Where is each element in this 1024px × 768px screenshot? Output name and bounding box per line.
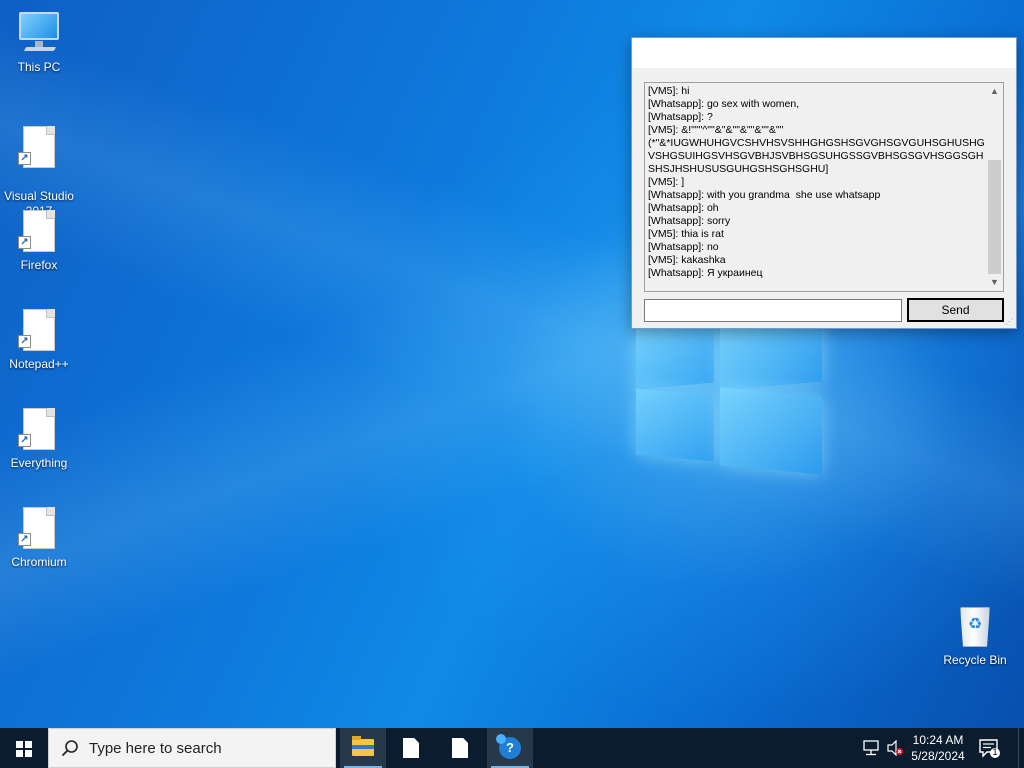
chat-message: [VM5]: ]	[648, 176, 685, 188]
desktop-icon-label: Firefox	[20, 258, 58, 272]
chat-message: [VM5]: &!"""^""&"&""&""&""&""	[648, 124, 784, 136]
taskbar-search-box[interactable]: Type here to search	[48, 728, 336, 768]
clock-date: 5/28/2024	[911, 749, 965, 763]
desktop-icon-this-pc[interactable]: This PC	[1, 10, 77, 75]
send-button[interactable]: Send	[907, 298, 1004, 322]
chat-message: [Whatsapp]: Я украинец	[648, 267, 763, 279]
desktop-icon-label: Chromium	[11, 555, 67, 569]
clock-time: 10:24 AM	[912, 733, 964, 747]
desktop-icon-notepadpp[interactable]: ↗ Notepad++	[1, 307, 77, 372]
scrollbar-thumb[interactable]	[988, 160, 1001, 274]
file-shortcut-icon: ↗	[15, 124, 63, 170]
volume-muted-icon[interactable]	[886, 740, 904, 756]
file-explorer-icon	[352, 736, 374, 756]
chat-message: (*"&*IUGWHUHGVCSHVHSVSHHGHGSHSGVGHSGVGUH…	[648, 137, 985, 175]
chat-log[interactable]: [VM5]: hi [Whatsapp]: go sex with women,…	[644, 82, 1004, 292]
taskbar-clock[interactable]: 10:24 AM 5/28/2024	[904, 732, 972, 764]
notification-badge: 1	[992, 747, 998, 757]
chat-message: [Whatsapp]: go sex with women,	[648, 98, 800, 110]
desktop-icon-label: This PC	[17, 60, 61, 74]
desktop-icon-recycle-bin[interactable]: ♻ Recycle Bin	[937, 603, 1013, 668]
taskbar-app-document[interactable]	[437, 728, 483, 768]
chat-window[interactable]: [VM5]: hi [Whatsapp]: go sex with women,…	[631, 37, 1017, 329]
taskbar: Type here to search ? 10:24 AM 5/28/2024	[0, 728, 1024, 768]
chat-message: [VM5]: thia is rat	[648, 228, 724, 240]
vertical-scrollbar[interactable]: ▲ ▼	[986, 83, 1003, 291]
chat-message: [VM5]: hi	[648, 85, 690, 97]
desktop-icon-label: Notepad++	[9, 357, 69, 371]
scroll-down-icon[interactable]: ▼	[986, 274, 1003, 291]
network-icon[interactable]	[862, 740, 880, 756]
taskbar-app-file-explorer[interactable]	[340, 728, 386, 768]
computer-icon	[15, 10, 63, 56]
desktop-icon-chromium[interactable]: ↗ Chromium	[1, 505, 77, 570]
file-shortcut-icon: ↗	[15, 307, 63, 353]
chat-message: [Whatsapp]: sorry	[648, 215, 731, 227]
search-placeholder: Type here to search	[89, 740, 222, 757]
desktop-icon-label: Recycle Bin	[943, 653, 1007, 667]
chat-message: [Whatsapp]: no	[648, 241, 719, 253]
message-input[interactable]	[644, 299, 902, 322]
show-desktop-button[interactable]	[1018, 728, 1024, 768]
desktop-icon-label: Everything	[10, 456, 68, 470]
resize-grip-icon[interactable]: ⋰	[1005, 317, 1015, 327]
document-icon	[403, 738, 419, 758]
chat-message: [Whatsapp]: oh	[648, 202, 719, 214]
windows-logo-icon	[16, 741, 32, 757]
scroll-up-icon[interactable]: ▲	[986, 83, 1003, 100]
desktop-icon-firefox[interactable]: ↗ Firefox	[1, 208, 77, 273]
chat-message: [Whatsapp]: ?	[648, 111, 713, 123]
chat-message: [Whatsapp]: with you grandma she use wha…	[648, 189, 881, 201]
window-titlebar[interactable]	[632, 38, 1016, 68]
help-icon: ?	[496, 734, 521, 759]
wallpaper-windows-logo	[636, 315, 826, 488]
file-shortcut-icon: ↗	[15, 208, 63, 254]
taskbar-app-document[interactable]	[388, 728, 434, 768]
search-icon	[61, 740, 78, 757]
chat-messages: [VM5]: hi [Whatsapp]: go sex with women,…	[648, 85, 986, 280]
action-center-button[interactable]: 1	[978, 737, 1002, 759]
file-shortcut-icon: ↗	[15, 406, 63, 452]
taskbar-app-help[interactable]: ?	[487, 728, 533, 768]
chat-message: [VM5]: kakashka	[648, 254, 726, 266]
file-shortcut-icon: ↗	[15, 505, 63, 551]
desktop-icon-everything[interactable]: ↗ Everything	[1, 406, 77, 471]
start-button[interactable]	[0, 728, 48, 768]
document-icon	[452, 738, 468, 758]
recycle-bin-icon: ♻	[951, 603, 999, 649]
